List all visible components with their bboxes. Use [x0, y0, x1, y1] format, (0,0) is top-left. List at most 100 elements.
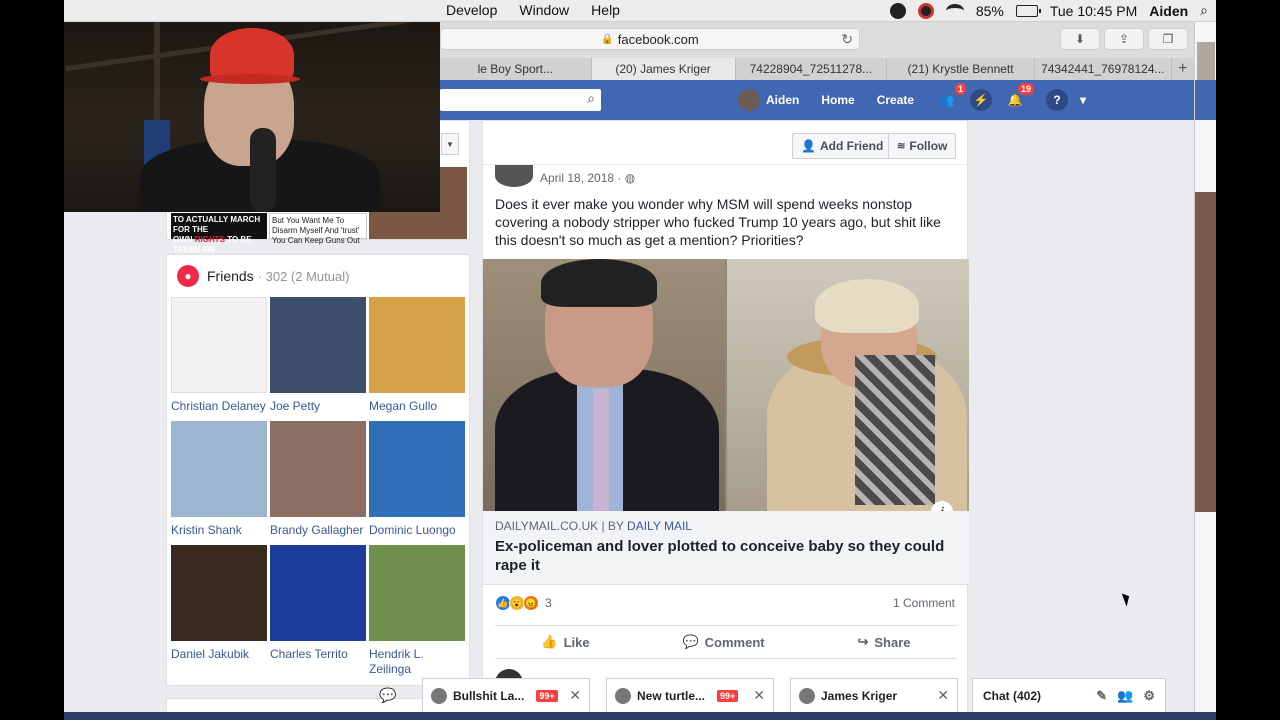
- friend-name[interactable]: Brandy Gallagher: [270, 523, 366, 538]
- tab-2[interactable]: (20) James Kriger: [591, 58, 736, 80]
- friend-item[interactable]: Hendrik L. Zeilinga: [369, 545, 465, 677]
- clock[interactable]: Tue 10:45 PM: [1050, 3, 1137, 19]
- friends-title[interactable]: Friends: [207, 268, 254, 284]
- chat-tab-2[interactable]: New turtle... 99+ ✕: [606, 678, 774, 712]
- friends-header[interactable]: ● Friends · 302 (2 Mutual): [177, 265, 349, 287]
- post-timestamp[interactable]: April 18, 2018 · ◍: [540, 171, 635, 185]
- tab-5[interactable]: 74342441_76978124...: [1034, 58, 1172, 80]
- tab-3[interactable]: 74228904_72511278...: [735, 58, 888, 80]
- friend-item[interactable]: Joe Petty: [270, 297, 366, 414]
- facebook-search-input[interactable]: ⌕: [440, 89, 601, 111]
- friend-photo[interactable]: [171, 545, 267, 641]
- chevron-down-icon[interactable]: ▼: [441, 133, 459, 155]
- reactions-summary[interactable]: 👍 😮 😠 3: [495, 595, 552, 611]
- friend-name[interactable]: Joe Petty: [270, 399, 366, 414]
- friend-photo[interactable]: [171, 421, 267, 517]
- tab-4-label: (21) Krystle Bennett: [907, 62, 1014, 76]
- record-icon[interactable]: [917, 2, 934, 19]
- battery-icon[interactable]: [1015, 4, 1041, 17]
- share-button[interactable]: ↪ Share: [857, 634, 910, 650]
- comment-count[interactable]: 1 Comment: [893, 596, 955, 610]
- friend-item[interactable]: Christian Delaney: [171, 297, 267, 414]
- help-icon[interactable]: ?: [1046, 89, 1069, 111]
- friend-item[interactable]: Daniel Jakubik: [171, 545, 267, 662]
- nav-create[interactable]: Create: [877, 93, 914, 107]
- close-icon[interactable]: ✕: [753, 687, 765, 704]
- friend-name[interactable]: Christian Delaney: [171, 399, 267, 414]
- link-preview-meta[interactable]: DAILYMAIL.CO.UK | BY DAILY MAIL Ex-polic…: [483, 511, 969, 585]
- share-icon: ↪: [857, 634, 869, 649]
- webcam-overlay: [64, 0, 440, 212]
- chat-sidebar-toggle[interactable]: Chat (402) ✎ 👥 ⚙: [972, 678, 1166, 712]
- friend-photo[interactable]: [270, 421, 366, 517]
- chat-label: Chat (402): [983, 688, 1042, 703]
- notifications-icon[interactable]: 🔔 19: [1004, 83, 1035, 111]
- wifi-icon[interactable]: [945, 3, 964, 18]
- battery-percent: 85%: [975, 2, 1004, 19]
- link-publisher[interactable]: DAILY MAIL: [627, 519, 692, 533]
- tab-overview-button[interactable]: ❐: [1148, 28, 1188, 50]
- comment-icon: 💬: [682, 634, 699, 649]
- close-icon[interactable]: ✕: [569, 687, 581, 704]
- post-actions: 👍 Like 💬 Comment ↪ Share: [495, 625, 957, 659]
- share-button[interactable]: ⇪: [1104, 28, 1144, 50]
- dropbox-icon[interactable]: [889, 2, 906, 19]
- nav-home[interactable]: Home: [821, 93, 854, 107]
- friend-requests-icon[interactable]: 👥 1: [936, 83, 967, 111]
- chevron-down-icon[interactable]: ▾: [1080, 93, 1086, 107]
- tab-5-label: 74342441_76978124...: [1041, 62, 1165, 76]
- friend-photo[interactable]: [171, 297, 267, 393]
- link-title[interactable]: Ex-policeman and lover plotted to concei…: [495, 537, 957, 575]
- avatar: [431, 687, 447, 704]
- friend-name[interactable]: Megan Gullo: [369, 399, 465, 414]
- search-icon[interactable]: ⌕: [587, 90, 595, 107]
- downloads-button[interactable]: ⬇: [1060, 28, 1100, 50]
- menu-develop[interactable]: Develop: [446, 2, 497, 18]
- friend-name[interactable]: Dominic Luongo: [369, 523, 465, 538]
- link-preview-image[interactable]: i: [483, 259, 969, 511]
- messages-icon[interactable]: 💬: [372, 684, 404, 706]
- chat-tab-3[interactable]: James Kriger ✕: [790, 678, 958, 712]
- search-icon[interactable]: ⌕: [1200, 2, 1208, 19]
- friend-photo[interactable]: [369, 297, 465, 393]
- figure-scarf: [855, 355, 935, 505]
- address-bar[interactable]: 🔒 facebook.com ↻: [440, 28, 860, 50]
- friend-photo[interactable]: [369, 421, 465, 517]
- friend-item[interactable]: Charles Territo: [270, 545, 366, 662]
- friend-name[interactable]: Kristin Shank: [171, 523, 267, 538]
- reload-icon[interactable]: ↻: [841, 31, 853, 48]
- messenger-icon[interactable]: ⚡: [970, 89, 993, 111]
- meme-thumbnail[interactable]: But You Want Me To Disarm Myself And 'tr…: [269, 213, 367, 245]
- menu-help[interactable]: Help: [591, 2, 620, 18]
- group-icon[interactable]: 👥: [1117, 688, 1133, 704]
- hat-brim: [200, 74, 300, 84]
- dock-edge: [64, 712, 1216, 720]
- new-tab-button[interactable]: +: [1171, 58, 1194, 80]
- close-icon[interactable]: ✕: [937, 687, 949, 704]
- nav-profile[interactable]: Aiden: [766, 93, 799, 107]
- friend-photo[interactable]: [270, 545, 366, 641]
- tab-1[interactable]: le Boy Sport...: [440, 58, 592, 80]
- menu-window[interactable]: Window: [519, 2, 569, 18]
- follow-button[interactable]: ≋ Follow: [888, 133, 957, 159]
- friend-item[interactable]: Kristin Shank: [171, 421, 267, 538]
- friend-name[interactable]: Charles Territo: [270, 647, 366, 662]
- avatar[interactable]: [495, 165, 533, 187]
- add-friend-button[interactable]: 👤 Add Friend: [792, 133, 893, 159]
- tab-4[interactable]: (21) Krystle Bennett: [887, 58, 1035, 80]
- chat-tab-1[interactable]: Bullshit La... 99+ ✕: [422, 678, 590, 712]
- user-name[interactable]: Aiden: [1149, 3, 1188, 19]
- compose-icon[interactable]: ✎: [1096, 688, 1107, 704]
- meme-thumbnail[interactable]: TO ACTUALLY MARCH FOR THE OWN RIGHTS TO …: [171, 213, 267, 254]
- friend-name[interactable]: Daniel Jakubik: [171, 647, 267, 662]
- avatar[interactable]: [738, 89, 760, 111]
- friend-item[interactable]: Brandy Gallagher: [270, 421, 366, 538]
- friend-photo[interactable]: [270, 297, 366, 393]
- like-button[interactable]: 👍 Like: [541, 634, 589, 650]
- gear-icon[interactable]: ⚙: [1143, 688, 1155, 704]
- friend-name[interactable]: Hendrik L. Zeilinga: [369, 647, 465, 677]
- friend-item[interactable]: Dominic Luongo: [369, 421, 465, 538]
- friend-item[interactable]: Megan Gullo: [369, 297, 465, 414]
- friend-photo[interactable]: [369, 545, 465, 641]
- comment-button[interactable]: 💬 Comment: [682, 634, 764, 650]
